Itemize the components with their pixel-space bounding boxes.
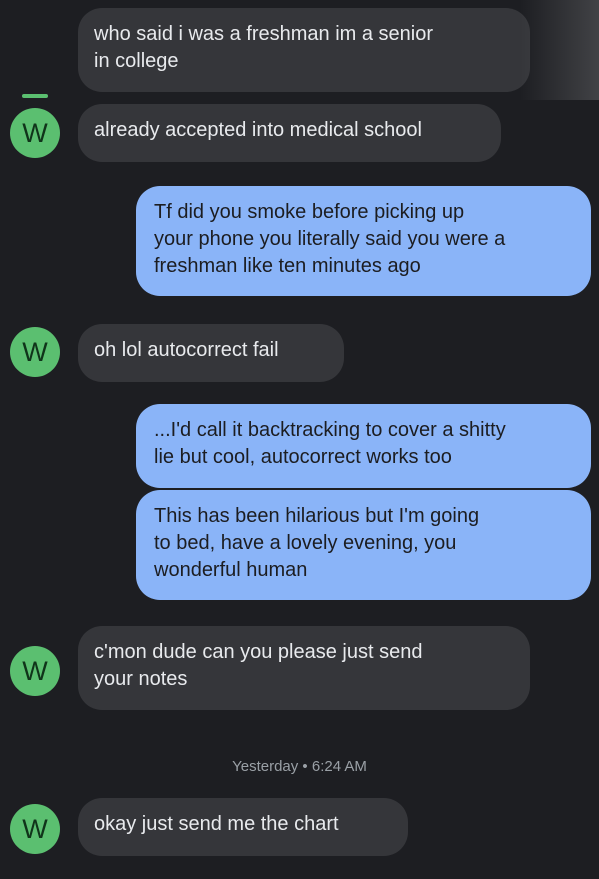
message-timestamp: Yesterday • 6:24 AM [232,758,367,775]
outgoing-message-bubble[interactable]: ...I'd call it backtracking to cover a s… [136,404,591,488]
incoming-message-bubble[interactable]: already accepted into medical school [78,104,501,162]
incoming-message-bubble[interactable]: okay just send me the chart [78,798,408,856]
incoming-message-bubble[interactable]: c'mon dude can you please just send your… [78,626,530,710]
contact-avatar[interactable]: W [10,108,60,158]
outgoing-message-bubble[interactable]: This has been hilarious but I'm going to… [136,490,591,600]
contact-avatar[interactable]: W [10,327,60,377]
contact-avatar[interactable]: W [10,646,60,696]
avatar-edge [22,94,48,98]
incoming-message-bubble[interactable]: oh lol autocorrect fail [78,324,344,382]
message-thread: who said i was a freshman im a senior in… [0,0,599,879]
incoming-message-bubble[interactable]: who said i was a freshman im a senior in… [78,8,530,92]
top-edge-shading [520,0,599,100]
outgoing-message-bubble[interactable]: Tf did you smoke before picking up your … [136,186,591,296]
contact-avatar[interactable]: W [10,804,60,854]
